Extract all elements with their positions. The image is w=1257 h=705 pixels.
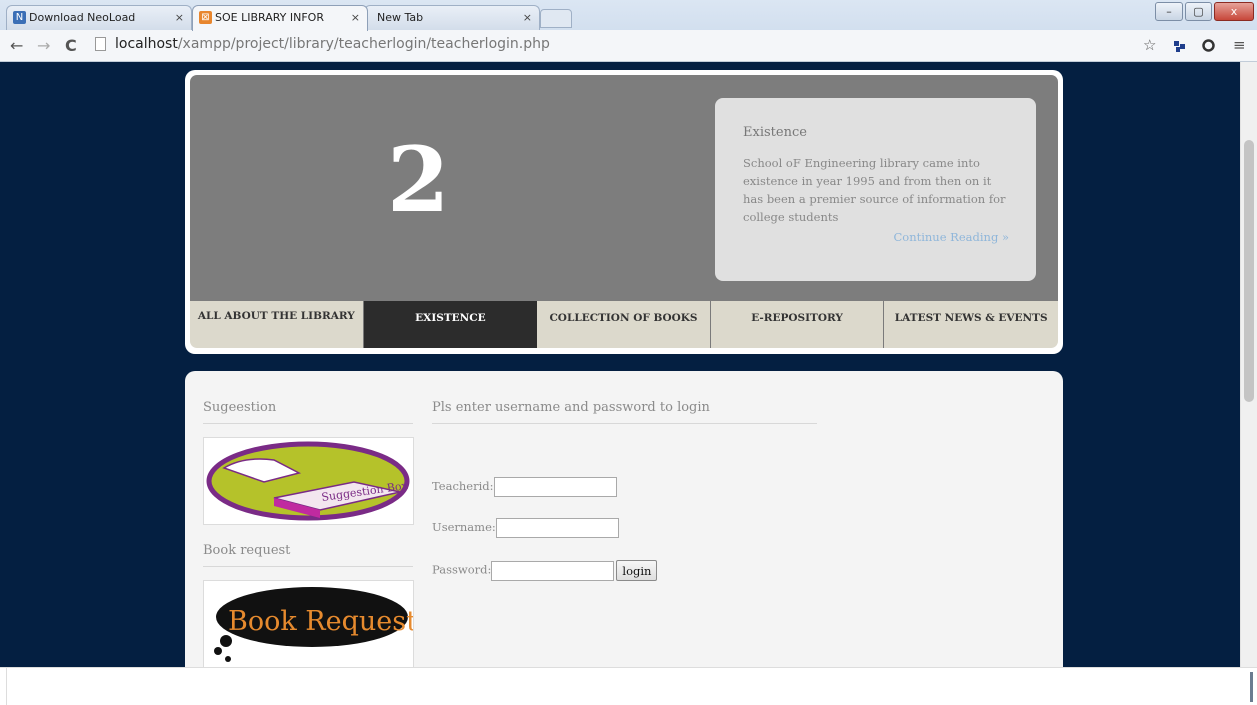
page-icon bbox=[95, 37, 106, 51]
bottom-strip bbox=[0, 667, 1257, 705]
url-text: localhost/xampp/project/library/teacherl… bbox=[115, 36, 550, 52]
minimize-button[interactable]: – bbox=[1155, 2, 1183, 21]
tab-title: Download NeoLoad softw bbox=[29, 11, 139, 24]
divider bbox=[432, 423, 817, 424]
tab-close-icon[interactable]: × bbox=[175, 11, 184, 24]
menu-icon[interactable]: ≡ bbox=[1233, 36, 1246, 54]
slide-number: 2 bbox=[387, 127, 450, 233]
address-bar[interactable]: localhost/xampp/project/library/teacherl… bbox=[91, 33, 1136, 58]
vertical-scrollbar[interactable] bbox=[1240, 62, 1257, 667]
tab-title: SOE LIBRARY INFORMATI bbox=[215, 11, 325, 24]
tab-close-icon[interactable]: × bbox=[523, 11, 532, 24]
password-label: Password: bbox=[432, 562, 492, 577]
header-panel: 2 Existence School oF Engineering librar… bbox=[185, 70, 1063, 354]
url-host: localhost bbox=[115, 36, 178, 52]
tab-soe-library[interactable]: ⊠ SOE LIBRARY INFORMATI × bbox=[192, 5, 368, 31]
slider-nav: ALL ABOUT THE LIBRARY EXISTENCE COLLECTI… bbox=[190, 301, 1058, 348]
back-icon[interactable]: ← bbox=[10, 36, 23, 55]
username-input[interactable] bbox=[495, 518, 619, 538]
extension-icon[interactable] bbox=[1174, 39, 1186, 52]
scrollbar-thumb[interactable] bbox=[1244, 140, 1254, 402]
book-request-image-text: Book Request bbox=[228, 606, 413, 637]
login-button[interactable]: login bbox=[616, 560, 658, 581]
opera-extension-icon[interactable] bbox=[1202, 38, 1215, 52]
xampp-favicon-icon: ⊠ bbox=[199, 11, 212, 24]
suggestion-box-image[interactable]: Suggestion Box bbox=[203, 437, 414, 525]
close-window-button[interactable]: x bbox=[1214, 2, 1254, 21]
tab-title: New Tab bbox=[377, 11, 424, 24]
slider-banner: 2 Existence School oF Engineering librar… bbox=[190, 75, 1058, 301]
tab-new-tab[interactable]: New Tab × bbox=[364, 5, 540, 30]
teacherid-label: Teacherid: bbox=[432, 479, 494, 493]
divider bbox=[6, 667, 7, 705]
suggestion-title: Sugeestion bbox=[203, 400, 277, 415]
tab-neoload[interactable]: N Download NeoLoad softw × bbox=[6, 5, 192, 30]
nav-item-existence[interactable]: EXISTENCE bbox=[363, 301, 538, 348]
page-viewport: 2 Existence School oF Engineering librar… bbox=[0, 62, 1240, 667]
neoload-favicon-icon: N bbox=[13, 11, 26, 24]
bookmark-star-icon[interactable]: ☆ bbox=[1143, 36, 1156, 54]
nav-item-about-library[interactable]: ALL ABOUT THE LIBRARY bbox=[190, 301, 364, 348]
password-input[interactable] bbox=[491, 560, 615, 581]
continue-reading-link[interactable]: Continue Reading » bbox=[893, 230, 1009, 244]
divider bbox=[203, 423, 413, 424]
password-row: Password: login bbox=[432, 560, 658, 581]
slide-info-box: Existence School oF Engineering library … bbox=[715, 98, 1036, 281]
browser-chrome: N Download NeoLoad softw × ⊠ SOE LIBRARY… bbox=[0, 0, 1257, 62]
resize-handle[interactable] bbox=[1250, 672, 1253, 702]
divider bbox=[203, 566, 413, 567]
username-label: Username: bbox=[432, 520, 496, 534]
book-request-image[interactable]: Book Request bbox=[203, 580, 417, 667]
forward-icon[interactable]: → bbox=[37, 36, 50, 55]
tab-close-icon[interactable]: × bbox=[351, 11, 360, 24]
tab-strip: N Download NeoLoad softw × ⊠ SOE LIBRARY… bbox=[0, 0, 1257, 31]
nav-item-latest-news[interactable]: LATEST NEWS & EVENTS bbox=[884, 301, 1058, 348]
book-request-title: Book request bbox=[203, 543, 291, 558]
teacherid-input[interactable] bbox=[493, 477, 617, 497]
nav-item-e-repository[interactable]: E-REPOSITORY bbox=[711, 301, 885, 348]
browser-toolbar: ← → C localhost/xampp/project/library/te… bbox=[0, 30, 1257, 62]
slide-description: School oF Engineering library came into … bbox=[743, 156, 1006, 224]
reload-icon[interactable]: C bbox=[65, 36, 77, 55]
slide-title: Existence bbox=[743, 125, 807, 140]
maximize-button[interactable]: ▢ bbox=[1185, 2, 1212, 21]
username-row: Username: bbox=[432, 518, 619, 538]
login-title: Pls enter username and password to login bbox=[432, 400, 710, 415]
url-path: /xampp/project/library/teacherlogin/teac… bbox=[177, 36, 550, 52]
nav-item-collection-of-books[interactable]: COLLECTION OF BOOKS bbox=[537, 301, 711, 348]
teacherid-row: Teacherid: bbox=[432, 477, 617, 497]
content-panel: Sugeestion Suggestion Box Book request B… bbox=[185, 371, 1063, 667]
new-tab-button[interactable] bbox=[540, 9, 572, 28]
